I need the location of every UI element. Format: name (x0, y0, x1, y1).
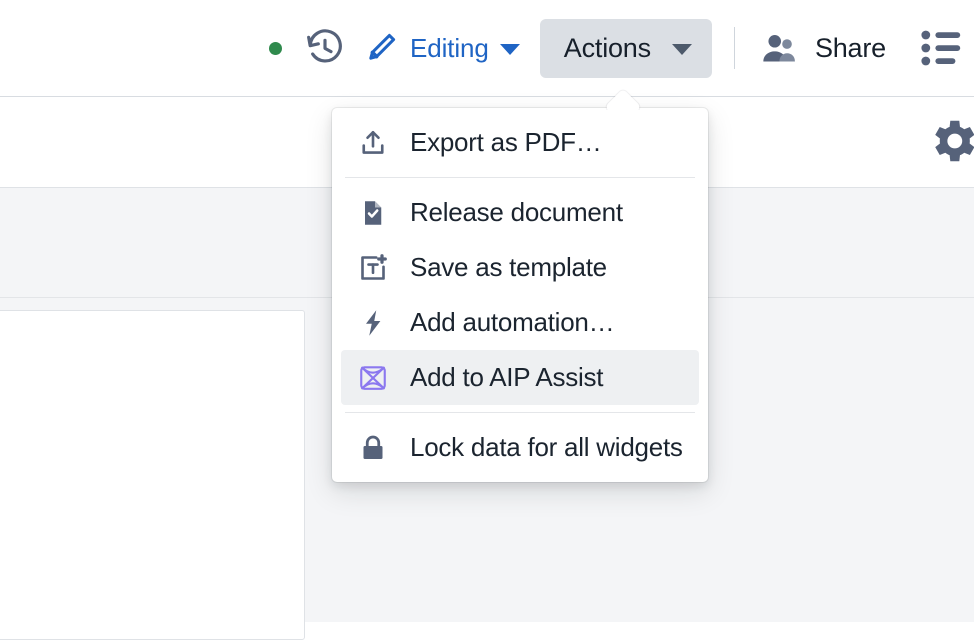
menu-item-label: Save as template (410, 252, 607, 282)
top-toolbar: Editing Actions Share (0, 0, 974, 97)
toolbar-controls: Editing Actions Share (261, 0, 974, 96)
history-button[interactable] (303, 26, 347, 70)
list-view-button[interactable] (920, 26, 964, 70)
widget-card[interactable] (0, 310, 305, 640)
share-label: Share (814, 32, 886, 63)
menu-item-release-document[interactable]: Release document (341, 185, 699, 240)
menu-item-export-as-pdf[interactable]: Export as PDF… (341, 115, 699, 170)
bulleted-list-icon (921, 29, 963, 67)
menu-item-label: Add to AIP Assist (410, 362, 604, 392)
edit-mode-selector[interactable]: Editing (363, 30, 520, 66)
menu-item-add-to-aip-assist[interactable]: Add to AIP Assist (341, 350, 699, 405)
lightning-bolt-icon (358, 308, 388, 338)
export-upload-icon (358, 128, 388, 158)
menu-separator (345, 412, 695, 413)
menu-separator (345, 177, 695, 178)
menu-pointer-arrow (603, 86, 643, 110)
menu-item-label: Export as PDF… (410, 127, 602, 157)
menu-item-add-automation[interactable]: Add automation… (341, 295, 699, 350)
share-button[interactable]: Share (761, 31, 886, 65)
lock-icon (358, 433, 388, 463)
chevron-down-icon (671, 44, 692, 55)
menu-item-label: Release document (410, 197, 623, 227)
actions-button[interactable]: Actions (539, 18, 712, 78)
template-text-add-icon (358, 253, 388, 283)
toolbar-divider (733, 27, 735, 69)
document-check-icon (358, 198, 388, 228)
live-status-dot (268, 41, 282, 55)
menu-item-save-as-template[interactable]: Save as template (341, 240, 699, 295)
menu-item-lock-data-for-all-widgets[interactable]: Lock data for all widgets (341, 420, 699, 475)
actions-button-label: Actions (563, 32, 651, 63)
settings-button[interactable] (926, 114, 974, 168)
application-root: Editing Actions Share Export as PDF… Rel… (0, 0, 974, 640)
menu-item-label: Lock data for all widgets (410, 432, 683, 462)
aip-assist-icon (358, 363, 388, 393)
actions-dropdown-menu: Export as PDF… Release document Save as … (332, 108, 708, 482)
history-icon (305, 28, 345, 68)
pencil-icon (363, 30, 399, 66)
menu-item-label: Add automation… (410, 307, 615, 337)
people-icon (761, 31, 799, 65)
gear-icon (926, 114, 974, 168)
chevron-down-icon (499, 44, 520, 55)
edit-mode-label: Editing (409, 32, 489, 63)
